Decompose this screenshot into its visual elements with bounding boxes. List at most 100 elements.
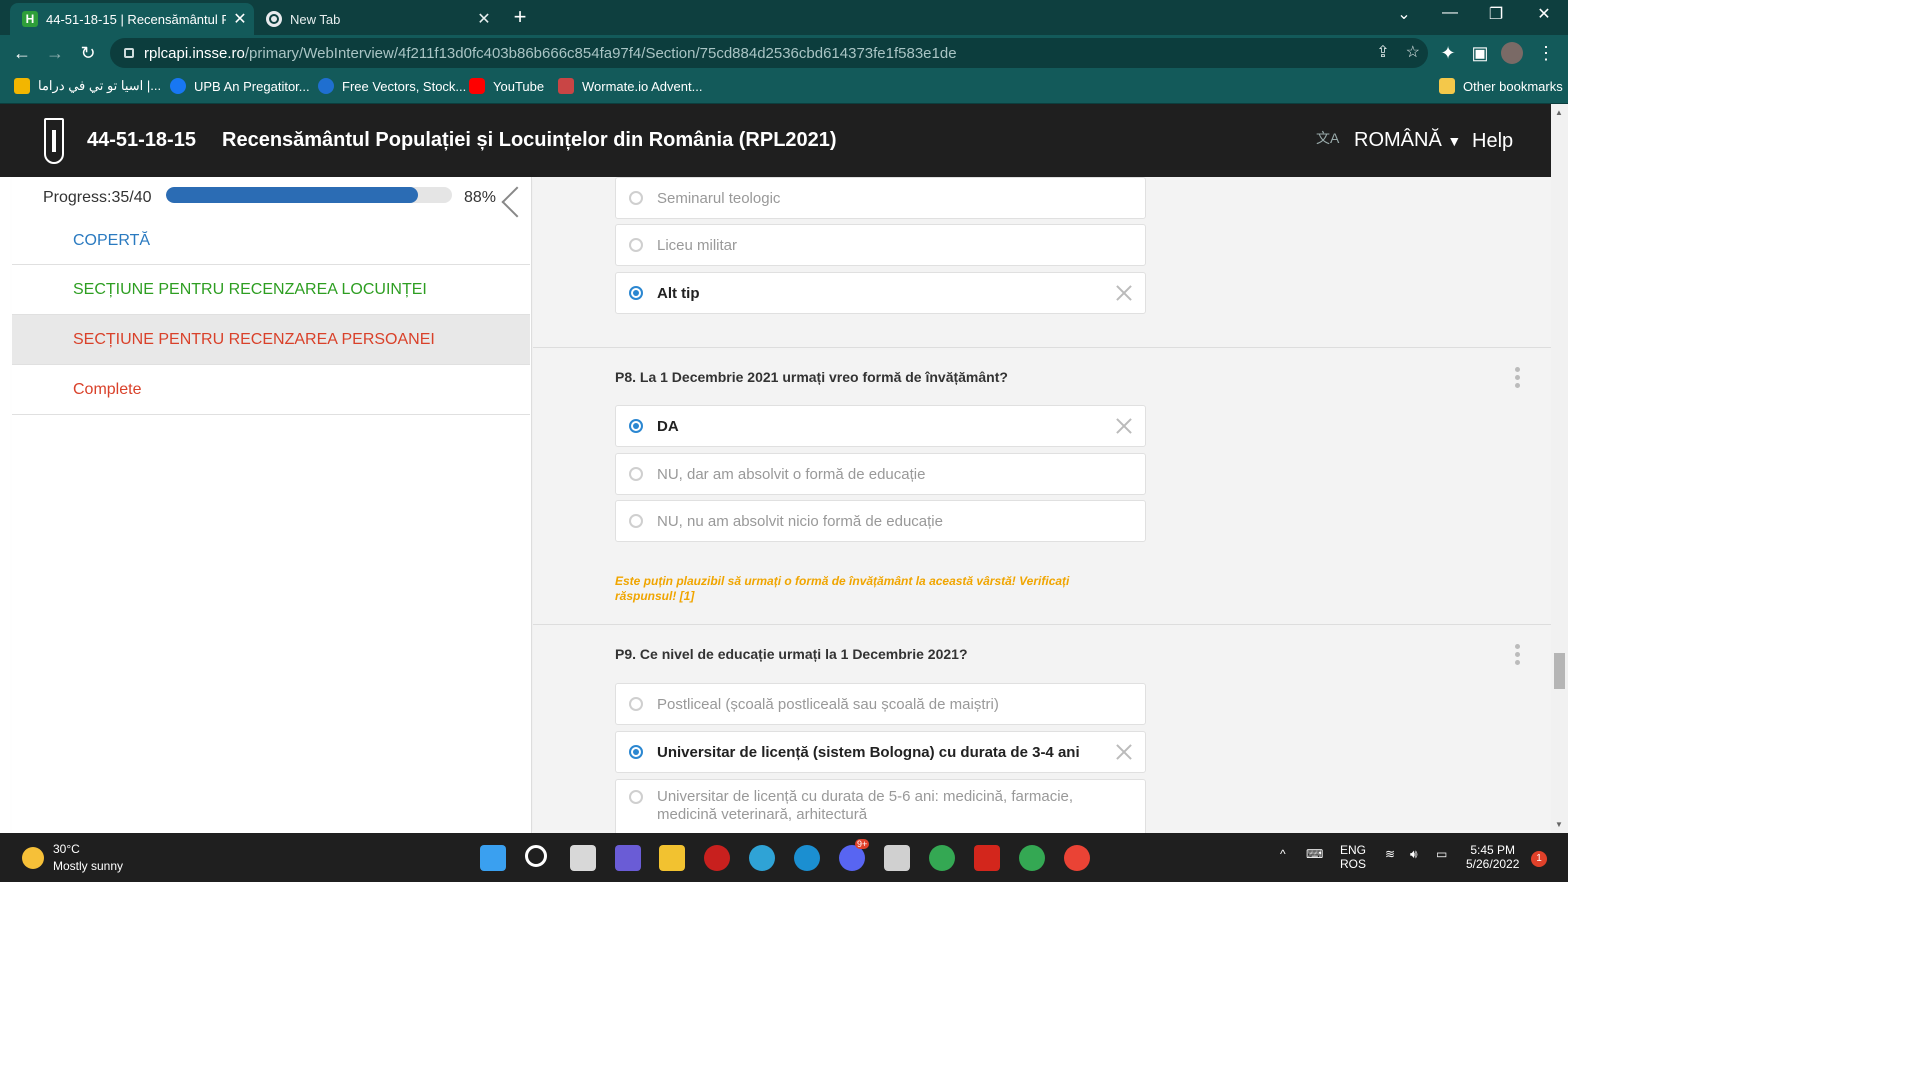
language-selector[interactable]: ROMÂNĂ ▼ bbox=[1354, 129, 1461, 152]
weather-condition[interactable]: Mostly sunny bbox=[53, 859, 123, 873]
share-icon[interactable]: ⇪ bbox=[1376, 42, 1389, 62]
app-header: 44-51-18-15 Recensământul Populației și … bbox=[0, 104, 1551, 177]
interview-content: Seminarul teologic Liceu militar Alt tip… bbox=[533, 177, 1551, 833]
close-tab-icon[interactable]: ✕ bbox=[470, 9, 498, 29]
battery-icon[interactable]: ▭ bbox=[1436, 847, 1447, 861]
scroll-thumb[interactable] bbox=[1554, 653, 1565, 689]
keyboard-icon[interactable]: ⌨ bbox=[1306, 847, 1323, 861]
discord-icon[interactable]: 9+ bbox=[839, 839, 870, 871]
url-field[interactable]: rplcapi.insse.ro/primary/WebInterview/4f… bbox=[110, 38, 1428, 68]
sidebar-item-locuinta[interactable]: SECȚIUNE PENTRU RECENZAREA LOCUINȚEI bbox=[12, 265, 530, 315]
chrome-active-icon[interactable] bbox=[1064, 845, 1090, 871]
tab-new-tab[interactable]: New Tab ✕ bbox=[254, 3, 498, 35]
radio-icon bbox=[629, 238, 643, 252]
scroll-down-icon[interactable]: ▼ bbox=[1555, 820, 1563, 829]
scroll-up-icon[interactable]: ▲ bbox=[1555, 108, 1563, 117]
weather-temp[interactable]: 30°C bbox=[53, 842, 80, 856]
bookmark-star-icon[interactable]: ☆ bbox=[1406, 42, 1420, 62]
acrobat-icon[interactable] bbox=[974, 845, 1000, 871]
tab-search-icon[interactable]: ⌄ bbox=[1384, 4, 1424, 24]
roblox-icon[interactable] bbox=[884, 845, 910, 871]
chrome-profile-icon[interactable] bbox=[1019, 845, 1045, 871]
task-view-icon[interactable] bbox=[570, 845, 596, 871]
progress-bar bbox=[166, 187, 452, 203]
bookmark-item[interactable]: Free Vectors, Stock... bbox=[318, 78, 466, 94]
bookmark-item[interactable]: اسيا تو تي في دراما |... bbox=[14, 78, 161, 94]
clear-answer-icon[interactable] bbox=[1115, 417, 1133, 435]
edge-icon[interactable] bbox=[794, 845, 820, 871]
bookmark-item[interactable]: YouTube bbox=[469, 78, 544, 94]
census-logo-icon bbox=[44, 118, 64, 164]
question-menu-icon[interactable] bbox=[1515, 644, 1521, 666]
validation-warning: Este puțin plauzibil să urmați o formă d… bbox=[615, 574, 1070, 603]
profile-avatar[interactable] bbox=[1501, 42, 1523, 64]
sidebar-item-complete[interactable]: Complete bbox=[12, 365, 530, 415]
answer-option[interactable]: Seminarul teologic bbox=[615, 177, 1146, 219]
sidebar: Progress:35/40 88% COPERTĂ SECȚIUNE PENT… bbox=[12, 177, 532, 833]
notification-badge[interactable]: 1 bbox=[1531, 851, 1547, 867]
wifi-icon[interactable]: ≋ bbox=[1385, 847, 1395, 861]
browser-tab-bar: H 44-51-18-15 | Recensământul Po ✕ New T… bbox=[0, 0, 1568, 35]
translate-icon[interactable]: 文A bbox=[1316, 128, 1339, 148]
extensions-icon[interactable]: ✦ bbox=[1436, 41, 1460, 65]
file-explorer-icon[interactable] bbox=[659, 845, 685, 871]
radio-selected-icon bbox=[629, 286, 643, 300]
back-icon[interactable]: ← bbox=[10, 41, 34, 65]
page-scrollbar[interactable]: ▲ ▼ bbox=[1551, 104, 1568, 833]
bookmarks-bar: اسيا تو تي في دراما |... UPB An Pregatit… bbox=[0, 71, 1568, 104]
side-panel-icon[interactable]: ▣ bbox=[1468, 41, 1492, 65]
radio-icon bbox=[629, 790, 643, 804]
bookmark-item[interactable]: Wormate.io Advent... bbox=[558, 78, 702, 94]
sidebar-item-coperta[interactable]: COPERTĂ bbox=[12, 217, 530, 265]
answer-option[interactable]: Postliceal (școală postliceală sau școal… bbox=[615, 683, 1146, 725]
interview-id: 44-51-18-15 bbox=[87, 129, 196, 151]
volume-icon[interactable]: 🔊︎ bbox=[1410, 847, 1418, 862]
app-title: Recensământul Populației și Locuințelor … bbox=[222, 129, 837, 151]
progress-percent: 88% bbox=[464, 189, 497, 206]
teams-icon[interactable] bbox=[615, 845, 641, 871]
facebook-icon bbox=[170, 78, 186, 94]
clear-answer-icon[interactable] bbox=[1115, 743, 1133, 761]
sidebar-item-persoana[interactable]: SECȚIUNE PENTRU RECENZAREA PERSOANEI bbox=[12, 315, 530, 365]
app-icon-red[interactable] bbox=[704, 845, 730, 871]
answer-option[interactable]: NU, nu am absolvit nicio formă de educaț… bbox=[615, 500, 1146, 542]
radio-icon bbox=[629, 467, 643, 481]
restore-icon[interactable]: ❐ bbox=[1476, 4, 1516, 24]
answer-option-selected[interactable]: Alt tip bbox=[615, 272, 1146, 314]
close-tab-icon[interactable]: ✕ bbox=[226, 9, 254, 29]
forward-icon[interactable]: → bbox=[43, 41, 67, 65]
answer-option[interactable]: NU, dar am absolvit o formă de educație bbox=[615, 453, 1146, 495]
weather-sun-icon[interactable] bbox=[22, 847, 44, 869]
input-language[interactable]: ENG ROS bbox=[1340, 843, 1366, 871]
freepik-icon bbox=[318, 78, 334, 94]
clock[interactable]: 5:45 PM 5/26/2022 bbox=[1466, 843, 1519, 871]
collapse-sidebar-icon[interactable] bbox=[498, 185, 522, 219]
answer-option[interactable]: Liceu militar bbox=[615, 224, 1146, 266]
other-bookmarks[interactable]: Other bookmarks bbox=[1439, 78, 1563, 94]
chrome-icon[interactable] bbox=[929, 845, 955, 871]
search-icon[interactable] bbox=[525, 845, 547, 867]
reload-icon[interactable]: ↻ bbox=[76, 41, 100, 65]
radio-icon bbox=[629, 697, 643, 711]
clear-answer-icon[interactable] bbox=[1115, 284, 1133, 302]
wormate-icon bbox=[558, 78, 574, 94]
help-link[interactable]: Help bbox=[1472, 130, 1513, 153]
start-icon[interactable] bbox=[480, 845, 506, 871]
divider bbox=[533, 624, 1551, 625]
new-tab-button[interactable]: + bbox=[508, 6, 532, 30]
tab-census[interactable]: H 44-51-18-15 | Recensământul Po ✕ bbox=[10, 3, 254, 35]
answer-option-selected[interactable]: Universitar de licență (sistem Bologna) … bbox=[615, 731, 1146, 773]
edge-dev-icon[interactable] bbox=[749, 845, 775, 871]
address-bar: ← → ↻ rplcapi.insse.ro/primary/WebInterv… bbox=[0, 35, 1568, 71]
bookmark-item[interactable]: UPB An Pregatitor... bbox=[170, 78, 310, 94]
answer-option[interactable]: Universitar de licență cu durata de 5-6 … bbox=[615, 779, 1146, 833]
minimize-icon[interactable]: — bbox=[1430, 4, 1470, 22]
menu-kebab-icon[interactable]: ⋮ bbox=[1534, 41, 1558, 65]
close-window-icon[interactable]: ✕ bbox=[1524, 4, 1564, 24]
tray-chevron-icon[interactable]: ^ bbox=[1280, 847, 1286, 861]
question-menu-icon[interactable] bbox=[1515, 367, 1521, 389]
progress-label: Progress:35/40 bbox=[43, 189, 152, 206]
answer-option-selected[interactable]: DA bbox=[615, 405, 1146, 447]
folder-icon bbox=[1439, 78, 1455, 94]
question-p9: P9. Ce nivel de educație urmați la 1 Dec… bbox=[615, 646, 968, 662]
